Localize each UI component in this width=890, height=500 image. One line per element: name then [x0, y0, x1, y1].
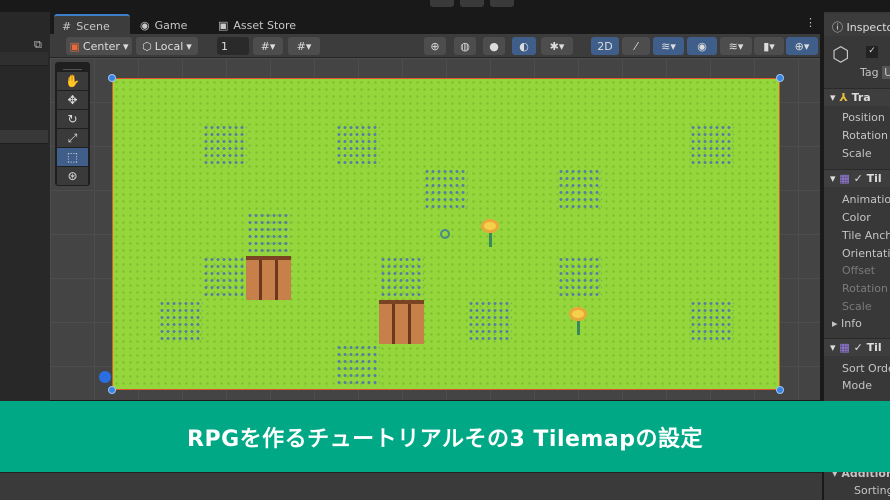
prop-orientation: Orientatio — [842, 247, 890, 260]
tall-grass-tile — [690, 124, 734, 168]
step-button[interactable] — [490, 0, 514, 7]
tilemap-renderer-icon: ▦ — [839, 341, 850, 354]
camera-icon[interactable]: ▮▾ — [754, 37, 784, 55]
mode-2d-button[interactable]: 2D — [591, 37, 619, 55]
tilemap-renderer-header[interactable]: ▾ ▦ ✓ Til — [824, 338, 890, 356]
rotate-tool-icon[interactable]: ↻ — [57, 110, 88, 128]
space-dropdown[interactable]: ⬡ Local ▾ — [136, 37, 198, 55]
scale-tool-icon[interactable]: ⤢ — [57, 129, 88, 147]
prop-animation: Animation — [842, 193, 890, 206]
play-button[interactable] — [430, 0, 454, 7]
hand-tool-icon[interactable]: ✋ — [57, 72, 88, 90]
prop-offset: Offset — [842, 264, 876, 277]
hierarchy-item[interactable] — [0, 130, 48, 144]
tag-dropdown[interactable]: U — [882, 66, 890, 79]
resize-handle[interactable] — [108, 386, 116, 394]
flower-tile — [568, 307, 588, 339]
tab-scene[interactable]: # Scene — [54, 14, 130, 36]
tall-grass-tile — [424, 168, 468, 212]
top-bar — [0, 0, 890, 12]
grid-snap-button[interactable]: #▾ — [253, 37, 283, 55]
transform-icon: ⅄ — [839, 91, 848, 104]
prop-position: Position — [842, 111, 885, 124]
tab-asset-store[interactable]: ▣ Asset Store — [210, 14, 304, 36]
pause-button[interactable] — [460, 0, 484, 7]
bag-icon: ▣ — [218, 18, 229, 32]
effects-icon[interactable]: ≋▾ — [653, 37, 684, 55]
tall-grass-tile — [336, 344, 380, 388]
tall-grass-tile — [247, 212, 291, 256]
move-tool-icon[interactable]: ✥ — [57, 91, 88, 109]
visibility-eye-icon[interactable]: ◉ — [687, 37, 717, 55]
scene-tabs: # Scene ◉ Game ▣ Asset Store ⋮ — [50, 12, 820, 36]
crate-tile — [246, 256, 291, 300]
lighting-toggle-icon[interactable]: ⁄ — [622, 37, 650, 55]
shaded-icon[interactable]: ● — [483, 37, 505, 55]
tall-grass-tile — [203, 256, 247, 300]
shaded-wire-icon[interactable]: ◍ — [454, 37, 476, 55]
scene-toolbar: ▣ Center ▾ ⬡ Local ▾ 1 #▾ #▾ ⊕ ◍ ● ◐ ✱▾ 2D ⁄… — [50, 34, 820, 58]
tall-grass-tile — [558, 168, 602, 212]
tilemap-icon: ▦ — [839, 172, 850, 185]
grid-size-input[interactable]: 1 — [217, 37, 249, 55]
axis-gizmo — [99, 371, 111, 383]
prop-mode: Mode — [842, 379, 872, 392]
cube-icon: ⬡ — [142, 39, 152, 53]
gameobject-cube-icon: ⬡ — [832, 42, 850, 66]
more-icon[interactable]: ⋮ — [805, 16, 816, 29]
resize-handle[interactable] — [108, 74, 116, 82]
prop-sorting: Sorting — [854, 484, 890, 497]
tall-grass-tile — [690, 300, 734, 344]
debug-draw-icon[interactable]: ✱▾ — [541, 37, 573, 55]
grid-icon: # — [62, 19, 72, 33]
tall-grass-tile — [159, 300, 203, 344]
drag-handle[interactable] — [63, 64, 82, 70]
resize-handle[interactable] — [776, 74, 784, 82]
tab-game[interactable]: ◉ Game — [132, 14, 195, 36]
gamepad-icon: ◉ — [140, 18, 150, 32]
unlit-icon[interactable]: ◐ — [512, 37, 536, 55]
prop-scale: Scale — [842, 147, 872, 160]
resize-handle[interactable] — [776, 386, 784, 394]
wireframe-icon[interactable]: ⊕ — [424, 37, 446, 55]
crate-tile — [379, 300, 424, 344]
gizmos-icon[interactable]: ⊕▾ — [786, 37, 818, 55]
title-banner: RPGを作るチュートリアルその3 Tilemapの設定 — [0, 401, 890, 472]
tall-grass-tile — [558, 256, 602, 300]
flower-tile — [480, 219, 500, 251]
bottom-panel — [0, 472, 822, 500]
prop-tile-anchor: Tile Ancho — [842, 229, 890, 242]
layers-icon[interactable]: ≋▾ — [720, 37, 752, 55]
active-checkbox[interactable]: ✓ — [866, 46, 878, 58]
rect-tool-icon[interactable]: ⬚ — [57, 148, 88, 166]
transform-header[interactable]: ▾ ⅄ Tra — [824, 88, 890, 106]
tall-grass-tile — [336, 124, 380, 168]
pivot-gizmo[interactable] — [440, 229, 450, 239]
search-field[interactable] — [0, 52, 48, 66]
pivot-dropdown[interactable]: ▣ Center ▾ — [66, 37, 132, 55]
prop-sort-order: Sort Order — [842, 362, 890, 375]
tilemap-header[interactable]: ▾ ▦ ✓ Til — [824, 169, 890, 187]
maximize-icon[interactable]: ⧉ — [34, 38, 42, 52]
transform-tool-icon[interactable]: ⊛ — [57, 167, 88, 185]
prop-rotation: Rotation — [842, 129, 889, 142]
tools-overlay: ✋ ✥ ↻ ⤢ ⬚ ⊛ — [55, 62, 90, 186]
tall-grass-tile — [468, 300, 512, 344]
increment-snap-button[interactable]: #▾ — [288, 37, 320, 55]
prop-scale: Scale — [842, 300, 872, 313]
tag-label: Tag U — [860, 66, 890, 79]
tall-grass-tile — [380, 256, 424, 300]
info-foldout[interactable]: ▸ Info — [832, 317, 862, 330]
prop-color: Color — [842, 211, 871, 224]
tab-inspector[interactable]: ⓘ Inspector — [824, 14, 890, 36]
pivot-icon: ▣ — [69, 39, 80, 53]
banner-title: RPGを作るチュートリアルその3 Tilemapの設定 — [187, 426, 703, 452]
tall-grass-tile — [203, 124, 247, 168]
prop-rotation: Rotation — [842, 282, 889, 295]
